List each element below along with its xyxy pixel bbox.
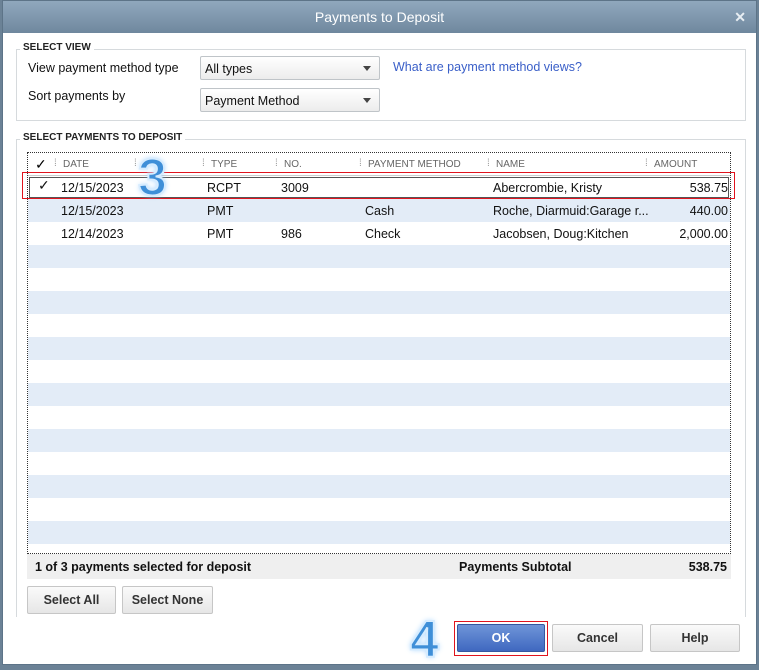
table-row[interactable] — [28, 360, 730, 383]
table-row[interactable] — [28, 452, 730, 475]
table-row[interactable] — [28, 498, 730, 521]
cell-amount: 440.00 — [689, 204, 728, 218]
cell-no: 986 — [281, 227, 302, 241]
highlight-ok-button — [454, 621, 548, 656]
chevron-down-icon — [363, 98, 371, 103]
cell-date: 12/15/2023 — [61, 204, 124, 218]
table-row[interactable] — [28, 337, 730, 360]
table-row[interactable] — [28, 406, 730, 429]
select-none-button[interactable]: Select None — [122, 586, 213, 614]
sort-label: Sort payments by — [28, 89, 126, 103]
table-row[interactable] — [28, 475, 730, 498]
table-body: ✓ 12/15/2023 RCPT 3009 Abercrombie, Kristy 53… — [28, 176, 730, 544]
method-type-value: All types — [205, 62, 253, 76]
subtotal-value: 538.75 — [688, 560, 727, 574]
cancel-button[interactable]: Cancel — [552, 624, 643, 652]
table-row[interactable] — [28, 268, 730, 291]
cell-name: Roche, Diarmuid:Garage r... — [493, 204, 649, 218]
dialog-title: Payments to Deposit — [314, 9, 445, 25]
chevron-down-icon — [363, 66, 371, 71]
table-row[interactable] — [28, 291, 730, 314]
select-view-legend: SELECT VIEW — [20, 42, 94, 53]
cell-type: PMT — [207, 204, 234, 218]
col-check[interactable]: ✓ — [35, 156, 47, 173]
step-3-annotation: 3 — [137, 148, 168, 208]
close-icon[interactable]: ✕ — [734, 1, 746, 33]
col-name[interactable]: NAME — [496, 159, 525, 170]
selection-status: 1 of 3 payments selected for deposit — [35, 560, 252, 574]
col-amount[interactable]: AMOUNT — [654, 159, 697, 170]
table-row[interactable]: 12/14/2023 PMT 986 Check Jacobsen, Doug:Kitc… — [28, 222, 730, 245]
table-row[interactable] — [28, 429, 730, 452]
table-row[interactable] — [28, 245, 730, 268]
col-type[interactable]: TYPE — [211, 159, 237, 170]
cell-amount: 2,000.00 — [679, 227, 728, 241]
subtotal-label: Payments Subtotal — [459, 560, 572, 574]
highlight-selected-row — [22, 172, 735, 199]
cell-method: Cash — [365, 204, 395, 218]
cell-name: Jacobsen, Doug:Kitchen — [493, 227, 629, 241]
table-row[interactable] — [28, 314, 730, 337]
help-button[interactable]: Help — [650, 624, 740, 652]
select-all-button[interactable]: Select All — [27, 586, 116, 614]
method-type-select[interactable]: All types — [200, 56, 380, 80]
cell-date: 12/14/2023 — [61, 227, 124, 241]
cell-type: PMT — [207, 227, 234, 241]
payment-method-views-link[interactable]: What are payment method views? — [393, 60, 582, 74]
table-row[interactable] — [28, 521, 730, 544]
sort-value: Payment Method — [205, 94, 300, 108]
select-payments-legend: SELECT PAYMENTS TO DEPOSIT — [20, 132, 186, 143]
select-view-group — [16, 49, 746, 121]
col-payment-method[interactable]: PAYMENT METHOD — [368, 159, 461, 170]
table-row[interactable] — [28, 383, 730, 406]
payments-table: ✓ ⁞ DATE ⁞ ⁞ TYPE ⁞ NO. ⁞ PAYMENT METHOD ⁞ NA… — [27, 152, 731, 554]
sort-select[interactable]: Payment Method — [200, 88, 380, 112]
cell-method: Check — [365, 227, 401, 241]
step-4-annotation: 4 — [409, 610, 440, 670]
method-type-label: View payment method type — [28, 61, 179, 75]
table-footer: 1 of 3 payments selected for deposit Pay… — [27, 554, 731, 579]
title-bar: Payments to Deposit ✕ — [3, 1, 756, 33]
col-no[interactable]: NO. — [284, 159, 302, 170]
table-row[interactable]: 12/15/2023 PMT Cash Roche, Diarmuid:Garage … — [28, 199, 730, 222]
col-date[interactable]: DATE — [63, 159, 89, 170]
